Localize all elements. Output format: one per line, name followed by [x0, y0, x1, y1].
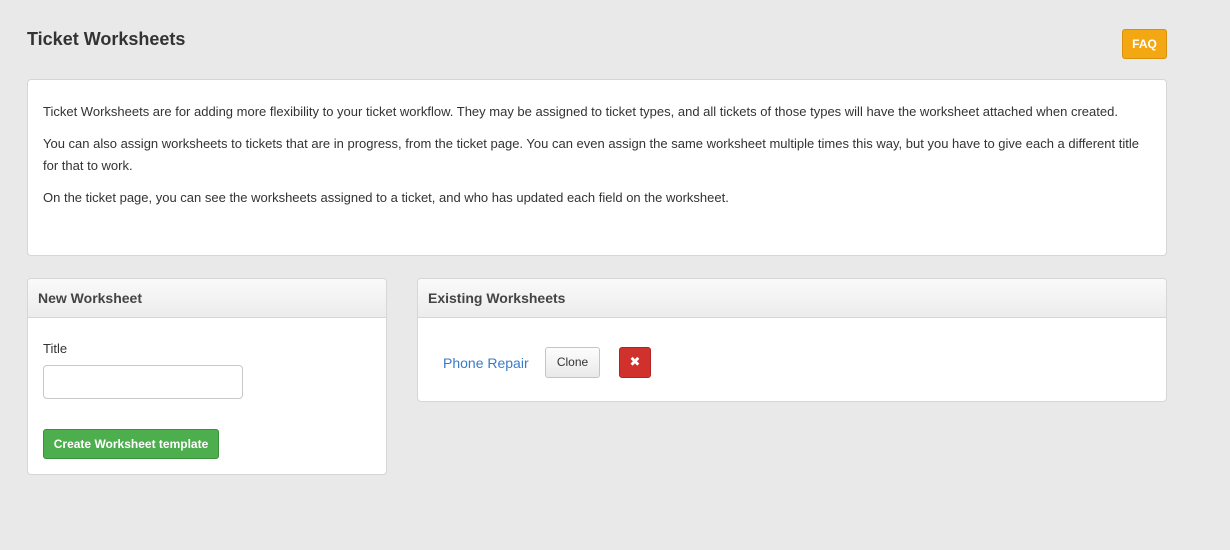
faq-button[interactable]: FAQ — [1122, 29, 1167, 59]
create-worksheet-template-button[interactable]: Create Worksheet template — [43, 429, 219, 459]
info-box: Ticket Worksheets are for adding more fl… — [27, 79, 1167, 256]
title-input[interactable] — [43, 365, 243, 399]
worksheet-link-phone-repair[interactable]: Phone Repair — [443, 354, 529, 372]
info-paragraph: You can also assign worksheets to ticket… — [43, 136, 1139, 173]
delete-button[interactable]: ✖ — [619, 347, 651, 378]
close-icon: ✖ — [629, 355, 641, 370]
info-paragraph: On the ticket page, you can see the work… — [43, 190, 729, 205]
page-title: Ticket Worksheets — [27, 29, 186, 49]
clone-button[interactable]: Clone — [545, 347, 600, 378]
title-label: Title — [43, 341, 68, 356]
info-paragraph: Ticket Worksheets are for adding more fl… — [43, 104, 1118, 119]
new-worksheet-heading: New Worksheet — [28, 279, 386, 318]
existing-worksheets-panel: Existing Worksheets Phone Repair Clone ✖ — [417, 278, 1167, 402]
existing-worksheets-heading: Existing Worksheets — [418, 279, 1166, 318]
new-worksheet-panel: New Worksheet Title Create Worksheet tem… — [27, 278, 387, 475]
